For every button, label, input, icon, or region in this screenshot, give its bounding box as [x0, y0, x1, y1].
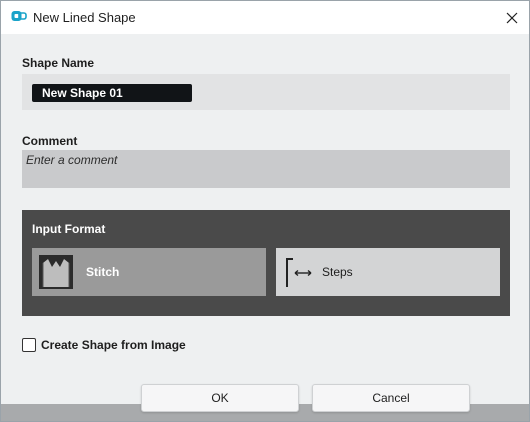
steps-icon [286, 258, 312, 287]
stitch-icon [39, 255, 73, 289]
app-icon [11, 11, 27, 21]
ok-button[interactable]: OK [141, 384, 299, 412]
steps-option-button[interactable]: Steps [276, 248, 500, 296]
stitch-option-label: Stitch [86, 265, 120, 279]
cancel-button[interactable]: Cancel [312, 384, 470, 412]
create-from-image-checkbox[interactable] [22, 338, 36, 352]
comment-input[interactable]: Enter a comment [22, 150, 510, 188]
input-format-title: Input Format [32, 222, 106, 236]
close-button[interactable] [495, 1, 529, 34]
window-title: New Lined Shape [33, 10, 136, 25]
new-lined-shape-dialog: New Lined Shape Shape Name New Shape 01 … [0, 0, 530, 422]
comment-label: Comment [22, 134, 78, 148]
shape-name-input[interactable]: New Shape 01 [32, 84, 192, 102]
stitch-option-button[interactable]: Stitch [32, 248, 266, 296]
close-icon [506, 12, 518, 23]
input-format-panel: Input Format Stitch Steps [22, 210, 510, 316]
title-bar: New Lined Shape [1, 1, 529, 34]
create-from-image-label[interactable]: Create Shape from Image [41, 338, 186, 352]
steps-option-label: Steps [322, 265, 353, 279]
shape-name-label: Shape Name [22, 56, 95, 70]
